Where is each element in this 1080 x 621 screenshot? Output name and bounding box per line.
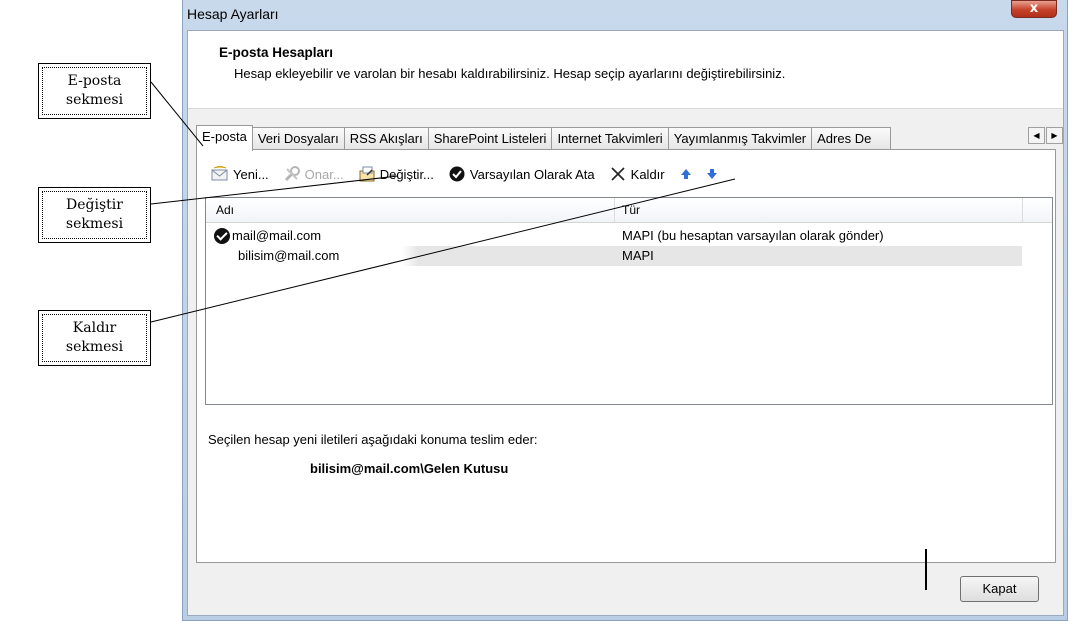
window-title: Hesap Ayarları <box>187 6 279 22</box>
callout-line: E-posta <box>67 73 122 89</box>
move-down-button[interactable] <box>705 166 723 182</box>
delivery-label: Seçilen hesap yeni iletileri aşağıdaki k… <box>208 432 538 447</box>
remove-button[interactable]: Kaldır <box>609 166 665 182</box>
callout-line: Değiştir <box>66 197 123 213</box>
remove-label: Kaldır <box>630 166 665 182</box>
callout-line: sekmesi <box>65 92 124 108</box>
set-default-label: Varsayılan Olarak Ata <box>469 166 595 182</box>
title-bar[interactable]: Hesap Ayarları x <box>183 0 1067 30</box>
new-account-icon <box>211 165 229 182</box>
callout-line: sekmesi <box>65 216 124 232</box>
column-divider[interactable] <box>614 198 615 222</box>
tab-scroll-left-icon[interactable]: ◀ <box>1028 127 1045 144</box>
delivery-path: bilisim@mail.com\Gelen Kutusu <box>310 461 509 476</box>
toolbar: Yeni... Onar... Değiştir... Varsayılan O… <box>211 164 737 184</box>
tab-veri-dosyalari[interactable]: Veri Dosyaları <box>251 127 345 150</box>
account-name: mail@mail.com <box>232 228 322 243</box>
tab-rss[interactable]: RSS Akışları <box>343 127 429 150</box>
callout-degistir: Değiştir sekmesi <box>38 187 151 243</box>
default-account-icon <box>214 228 230 244</box>
close-icon[interactable]: x <box>1011 0 1057 18</box>
new-label: Yeni... <box>233 166 269 182</box>
arrow-up-icon <box>679 166 693 182</box>
tab-internet-takvimleri[interactable]: Internet Takvimleri <box>551 127 669 150</box>
tab-scroll: ◀ ▶ <box>1028 127 1064 144</box>
account-name: bilisim@mail.com <box>238 248 340 263</box>
callout-line: Kaldır <box>72 320 117 336</box>
list-header: Adı Tür <box>206 198 1052 223</box>
column-header-name[interactable]: Adı <box>216 203 234 217</box>
tab-eposta[interactable]: E-posta <box>196 125 253 151</box>
repair-icon <box>283 166 301 182</box>
remove-x-icon <box>609 166 627 182</box>
change-label: Değiştir... <box>379 166 434 182</box>
column-divider[interactable] <box>1022 198 1023 222</box>
tab-adres-defterleri[interactable]: Adres De <box>811 127 892 150</box>
dialog-header: E-posta Hesapları Hesap ekleyebilir ve v… <box>188 31 1063 109</box>
table-row[interactable]: bilisim@mail.com MAPI <box>206 246 1022 266</box>
account-type: MAPI (bu hesaptan varsayılan olarak gönd… <box>622 228 884 243</box>
repair-label: Onar... <box>304 166 344 182</box>
table-row[interactable]: mail@mail.com MAPI (bu hesaptan varsayıl… <box>206 226 1022 246</box>
tab-strip: E-posta Veri Dosyaları RSS Akışları Shar… <box>196 125 892 151</box>
new-button[interactable]: Yeni... <box>211 165 269 182</box>
close-button[interactable]: Kapat <box>960 576 1039 602</box>
tab-yayimlanmis-takvimler[interactable]: Yayımlanmış Takvimler <box>667 127 813 150</box>
tab-scroll-right-icon[interactable]: ▶ <box>1046 127 1063 144</box>
checkmark-icon <box>448 166 466 182</box>
repair-button[interactable]: Onar... <box>283 166 344 182</box>
callout-eposta: E-posta sekmesi <box>38 63 151 119</box>
tab-panel-eposta: Yeni... Onar... Değiştir... Varsayılan O… <box>196 149 1056 563</box>
account-type: MAPI <box>622 248 654 263</box>
move-up-button[interactable] <box>679 166 697 182</box>
arrow-down-icon <box>705 166 719 182</box>
change-icon <box>358 166 376 182</box>
column-header-type[interactable]: Tür <box>622 203 640 217</box>
callout-line: sekmesi <box>65 339 124 355</box>
account-settings-window: Hesap Ayarları x E-posta Hesapları Hesap… <box>182 0 1068 621</box>
accounts-list[interactable]: Adı Tür mail@mail.com MAPI (bu hesaptan … <box>205 197 1053 405</box>
callout-kaldir: Kaldır sekmesi <box>38 310 151 366</box>
change-button[interactable]: Değiştir... <box>358 166 434 182</box>
header-title: E-posta Hesapları <box>219 45 334 60</box>
set-default-button[interactable]: Varsayılan Olarak Ata <box>448 166 595 182</box>
header-description: Hesap ekleyebilir ve varolan bir hesabı … <box>234 66 786 81</box>
dialog-client: E-posta Hesapları Hesap ekleyebilir ve v… <box>187 30 1064 616</box>
tab-sharepoint[interactable]: SharePoint Listeleri <box>427 127 553 150</box>
